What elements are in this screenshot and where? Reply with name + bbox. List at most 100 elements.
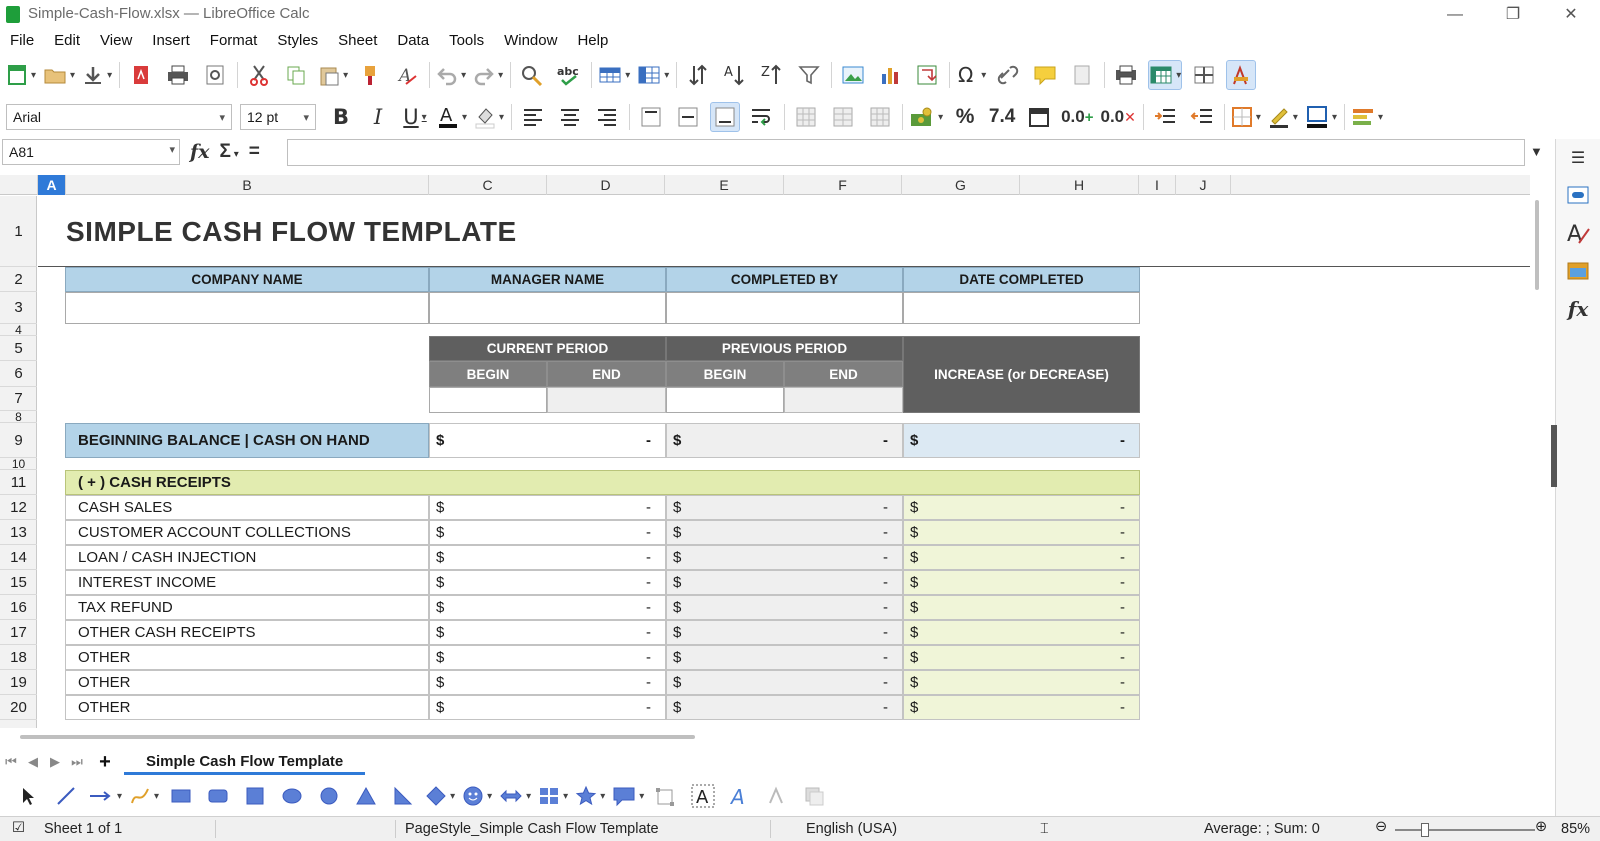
merge-center-icon[interactable] — [791, 102, 821, 132]
completed-by-header[interactable]: COMPLETED BY — [666, 267, 903, 292]
extrusion-icon[interactable] — [762, 782, 792, 810]
menu-sheet[interactable]: Sheet — [328, 29, 387, 53]
decrease-indent-icon[interactable] — [1187, 102, 1217, 132]
column-header-c[interactable]: C — [429, 175, 547, 195]
delete-decimal-place-icon[interactable]: 0.0 ✕ — [1101, 102, 1136, 132]
cut-icon[interactable] — [244, 60, 274, 90]
receipt-previous-cell[interactable]: $ - — [666, 545, 903, 570]
curve-icon[interactable] — [129, 782, 159, 810]
current-period-header[interactable]: CURRENT PERIOD — [429, 336, 666, 361]
row-header[interactable]: 10 — [0, 457, 37, 471]
insert-pivot-table-icon[interactable] — [912, 60, 942, 90]
receipt-label-cell[interactable]: CUSTOMER ACCOUNT COLLECTIONS — [65, 520, 429, 545]
receipt-change-cell[interactable]: $ - — [903, 495, 1140, 520]
last-sheet-icon[interactable]: ⏭ — [66, 754, 88, 770]
undo-icon[interactable] — [436, 60, 466, 90]
row-header[interactable]: 16 — [0, 595, 37, 620]
comment-icon[interactable] — [1030, 60, 1060, 90]
first-sheet-icon[interactable]: ⏮ — [0, 754, 22, 770]
column-header-i[interactable]: I — [1139, 175, 1176, 195]
receipt-current-cell[interactable]: $ - — [429, 595, 666, 620]
split-window-icon[interactable] — [1189, 60, 1219, 90]
format-as-currency-icon[interactable] — [909, 102, 943, 132]
autofilter-icon[interactable] — [794, 60, 824, 90]
zoom-out-icon[interactable]: ⊖ — [1375, 819, 1387, 835]
font-color-icon[interactable]: A — [437, 102, 467, 132]
merge-cells-icon[interactable] — [828, 102, 858, 132]
column-header-j[interactable]: J — [1176, 175, 1231, 195]
define-print-area-icon[interactable] — [1111, 60, 1141, 90]
row-header[interactable]: 1 — [0, 196, 37, 267]
font-size-box[interactable]: 12 pt ▾ — [240, 104, 316, 130]
headers-footers-icon[interactable] — [1067, 60, 1097, 90]
column-header-b[interactable]: B — [66, 175, 429, 195]
date-completed-header[interactable]: DATE COMPLETED — [903, 267, 1140, 292]
page-style[interactable]: PageStyle_Simple Cash Flow Template — [405, 821, 659, 837]
row-header[interactable]: 15 — [0, 570, 37, 595]
properties-icon[interactable] — [1564, 181, 1592, 209]
receipt-current-cell[interactable]: $ - — [429, 670, 666, 695]
restore-button[interactable]: ❐ — [1490, 2, 1536, 28]
document-modified-icon[interactable]: ☑ — [12, 820, 25, 836]
receipt-previous-cell[interactable]: $ - — [666, 595, 903, 620]
row-header[interactable]: 17 — [0, 620, 37, 645]
receipt-current-cell[interactable]: $ - — [429, 520, 666, 545]
selection-mode-icon[interactable]: ⌶ — [1040, 821, 1049, 837]
menu-styles[interactable]: Styles — [267, 29, 328, 53]
receipt-current-cell[interactable]: $ - — [429, 695, 666, 720]
receipt-change-cell[interactable]: $ - — [903, 645, 1140, 670]
symbol-shapes-icon[interactable] — [462, 782, 492, 810]
right-triangle-icon[interactable] — [388, 782, 418, 810]
block-arrows-icon[interactable] — [499, 782, 531, 810]
align-right-icon[interactable] — [592, 102, 622, 132]
hyperlink-icon[interactable] — [993, 60, 1023, 90]
open-folder-icon[interactable] — [43, 60, 75, 90]
sheet-position[interactable]: Sheet 1 of 1 — [44, 821, 122, 837]
zoom-in-icon[interactable]: ⊕ — [1535, 819, 1547, 835]
chevron-down-icon[interactable]: ▾ — [303, 111, 309, 124]
menu-insert[interactable]: Insert — [142, 29, 200, 53]
beginning-balance-change[interactable]: $ - — [903, 423, 1140, 458]
sort-descending-icon[interactable]: Z — [757, 60, 787, 90]
expand-formula-bar-icon[interactable]: ▼ — [1530, 144, 1543, 159]
receipt-current-cell[interactable]: $ - — [429, 570, 666, 595]
sheet-tab[interactable]: Simple Cash Flow Template — [124, 749, 366, 775]
manager-name-input[interactable] — [429, 292, 666, 324]
functions-icon[interactable]: fx — [1564, 295, 1592, 323]
zoom-slider-handle[interactable] — [1420, 823, 1429, 837]
styles-icon[interactable]: A — [1564, 219, 1592, 247]
align-top-icon[interactable] — [636, 102, 666, 132]
vertical-scrollbar[interactable] — [1535, 200, 1539, 290]
row-header[interactable]: 5 — [0, 336, 37, 361]
save-icon[interactable] — [82, 60, 112, 90]
previous-begin-header[interactable]: BEGIN — [666, 361, 784, 387]
current-begin-header[interactable]: BEGIN — [429, 361, 547, 387]
receipt-change-cell[interactable]: $ - — [903, 620, 1140, 645]
export-pdf-icon[interactable] — [126, 60, 156, 90]
receipt-label-cell[interactable]: OTHER — [65, 670, 429, 695]
format-as-number-icon[interactable]: 7.4 — [987, 102, 1017, 132]
function-wizard-icon[interactable]: fx — [190, 141, 210, 163]
borders-icon[interactable] — [1231, 102, 1261, 132]
sidebar-menu-icon[interactable]: ☰ — [1564, 144, 1592, 172]
row-header[interactable]: 20 — [0, 695, 37, 720]
name-box[interactable]: A81 ▾ — [2, 139, 180, 165]
sheet-title[interactable]: SIMPLE CASH FLOW TEMPLATE — [66, 196, 966, 267]
row-header[interactable]: 4 — [0, 323, 37, 337]
current-end-header[interactable]: END — [547, 361, 666, 387]
receipt-label-cell[interactable]: OTHER — [65, 695, 429, 720]
align-center-icon[interactable] — [555, 102, 585, 132]
minimize-button[interactable]: — — [1432, 2, 1478, 28]
toggle-point-edit-icon[interactable] — [651, 782, 681, 810]
column-header-f[interactable]: F — [784, 175, 902, 195]
formula-input[interactable] — [287, 139, 1525, 166]
paste-icon[interactable] — [318, 60, 348, 90]
sort-icon[interactable] — [683, 60, 713, 90]
copy-icon[interactable] — [281, 60, 311, 90]
receipt-current-cell[interactable]: $ - — [429, 620, 666, 645]
sort-ascending-icon[interactable]: A — [720, 60, 750, 90]
spreadsheet-grid[interactable]: SIMPLE CASH FLOW TEMPLATE COMPANY NAME M… — [38, 196, 1530, 728]
add-decimal-place-icon[interactable]: 0.0 + — [1061, 102, 1093, 132]
receipt-change-cell[interactable]: $ - — [903, 545, 1140, 570]
rectangle-icon[interactable] — [166, 782, 196, 810]
